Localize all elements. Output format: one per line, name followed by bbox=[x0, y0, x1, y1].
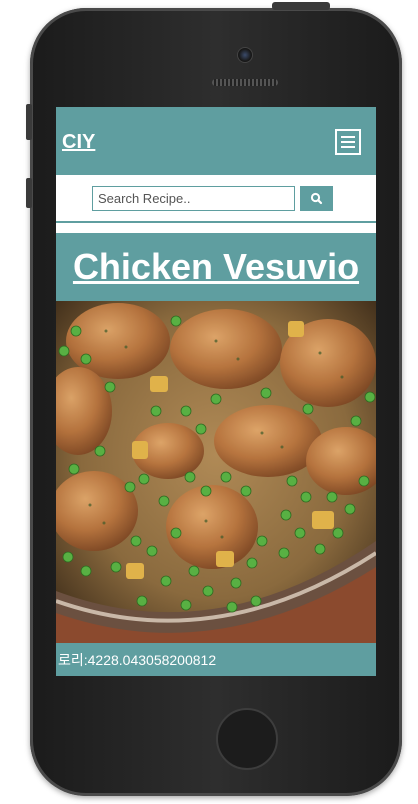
front-camera bbox=[237, 47, 253, 63]
search-bar bbox=[56, 175, 376, 223]
search-button[interactable] bbox=[300, 186, 333, 211]
menu-button[interactable] bbox=[335, 129, 361, 155]
brand-link[interactable]: CIY bbox=[62, 131, 95, 154]
footer-bar: 로리:4228.043058200812 bbox=[56, 643, 376, 676]
volume-button[interactable] bbox=[26, 178, 32, 208]
app-header: CIY bbox=[56, 107, 376, 175]
mute-switch[interactable] bbox=[26, 104, 32, 140]
recipe-title[interactable]: Chicken Vesuvio bbox=[56, 246, 376, 288]
power-button[interactable] bbox=[272, 2, 330, 10]
title-band: Chicken Vesuvio bbox=[56, 233, 376, 301]
home-button[interactable] bbox=[216, 708, 278, 770]
search-icon bbox=[310, 192, 323, 205]
footer-text: 로리:4228.043058200812 bbox=[58, 652, 217, 668]
app-screen: CIY Chicken Vesuvio bbox=[56, 107, 376, 676]
search-input[interactable] bbox=[92, 186, 295, 211]
recipe-photo bbox=[56, 301, 376, 643]
earpiece-speaker bbox=[212, 79, 278, 86]
